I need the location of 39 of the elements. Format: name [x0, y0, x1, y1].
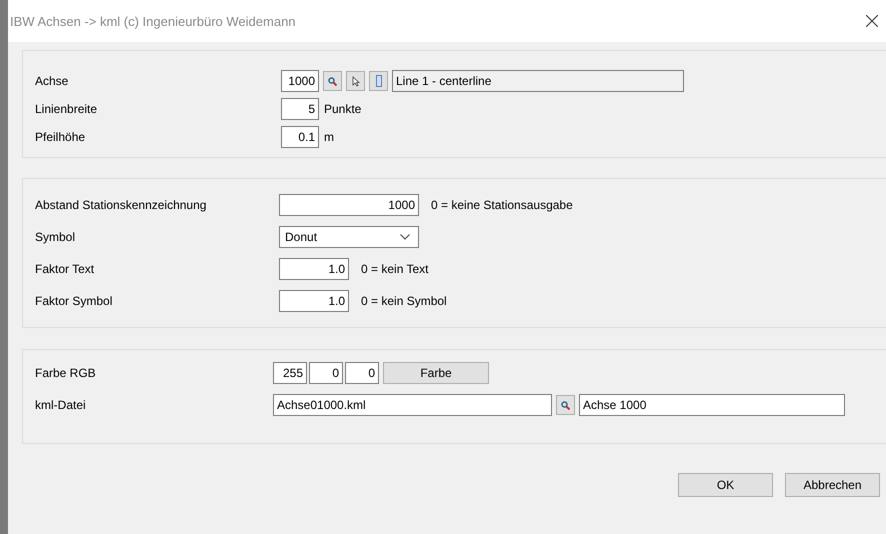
number-field[interactable]: 1.0	[279, 290, 349, 312]
axis-name-field[interactable]: Line 1 - centerline	[392, 70, 684, 92]
chevron-icon	[400, 234, 410, 240]
unit-label: m	[324, 130, 334, 144]
field-label: kml-Datei	[35, 398, 87, 412]
field-label: Faktor Symbol	[35, 294, 114, 308]
file-field[interactable]: Achse01000.kml	[273, 394, 552, 416]
magnifier-icon	[328, 76, 337, 86]
symbol-dropdown[interactable]: Donut	[279, 226, 419, 248]
unit-label: Punkte	[324, 102, 362, 116]
number-field[interactable]: 1.0	[279, 258, 349, 280]
arrow-height-field[interactable]: 0.1	[281, 126, 319, 148]
rgb-field[interactable]: 0	[345, 362, 379, 384]
field-label: Abstand Stationskennzeichnung	[35, 198, 208, 212]
field-label: Achse	[35, 74, 70, 88]
field-label: Linienbreite	[35, 102, 98, 116]
hint-label: 0 = keine Stationsausgabe	[431, 198, 573, 212]
axis-number-field[interactable]: 1000	[281, 70, 319, 92]
color-button[interactable]: Farbe	[383, 362, 489, 384]
hint-label: 0 = kein Text	[361, 262, 428, 276]
search-button[interactable]	[323, 71, 342, 91]
dialog-button[interactable]: OK	[678, 473, 773, 497]
window-title: IBW Achsen -> kml (c) Ingenieurbüro Weidemann	[10, 14, 296, 28]
search-button[interactable]	[556, 395, 575, 415]
magnifier-icon	[561, 400, 570, 410]
field-label: Symbol	[35, 230, 76, 244]
line-width-field[interactable]: 5	[281, 98, 319, 120]
rgb-field[interactable]: 0	[309, 362, 343, 384]
hint-label: 0 = kein Symbol	[361, 294, 447, 308]
field-label: Pfeilhöhe	[35, 130, 86, 144]
close-icon[interactable]	[866, 15, 878, 27]
dialog-button[interactable]: Abbrechen	[785, 473, 880, 497]
pick-button[interactable]	[346, 71, 365, 91]
rgb-field[interactable]: 255	[273, 362, 307, 384]
field-label: Faktor Text	[35, 262, 96, 276]
cursor-icon	[352, 76, 360, 86]
field-label: Farbe RGB	[35, 366, 97, 380]
name-field[interactable]: Achse 1000	[579, 394, 845, 416]
number-field[interactable]: 1000	[279, 194, 419, 216]
